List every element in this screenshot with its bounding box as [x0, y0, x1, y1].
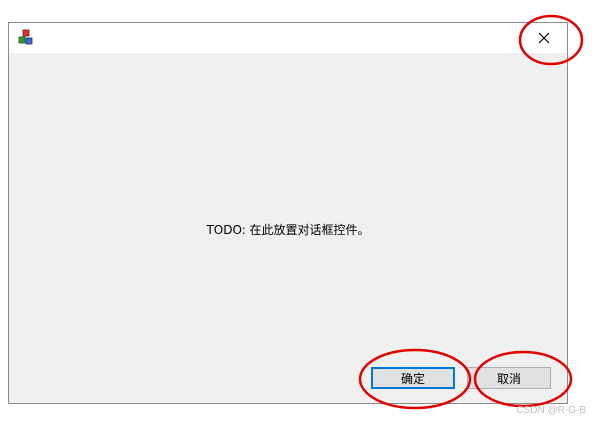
screenshot: TODO: 在此放置对话框控件。 确定 取消 CSDN @R-G-B [0, 0, 600, 424]
ok-button[interactable]: 确定 [371, 367, 455, 389]
app-icon [17, 29, 35, 47]
dialog-window: TODO: 在此放置对话框控件。 确定 取消 [8, 22, 568, 404]
close-button[interactable] [521, 23, 567, 53]
todo-message: TODO: 在此放置对话框控件。 [206, 223, 370, 237]
watermark: CSDN @R-G-B [516, 405, 586, 416]
close-icon [538, 32, 550, 44]
cancel-button[interactable]: 取消 [467, 367, 551, 389]
title-bar[interactable] [9, 23, 567, 53]
